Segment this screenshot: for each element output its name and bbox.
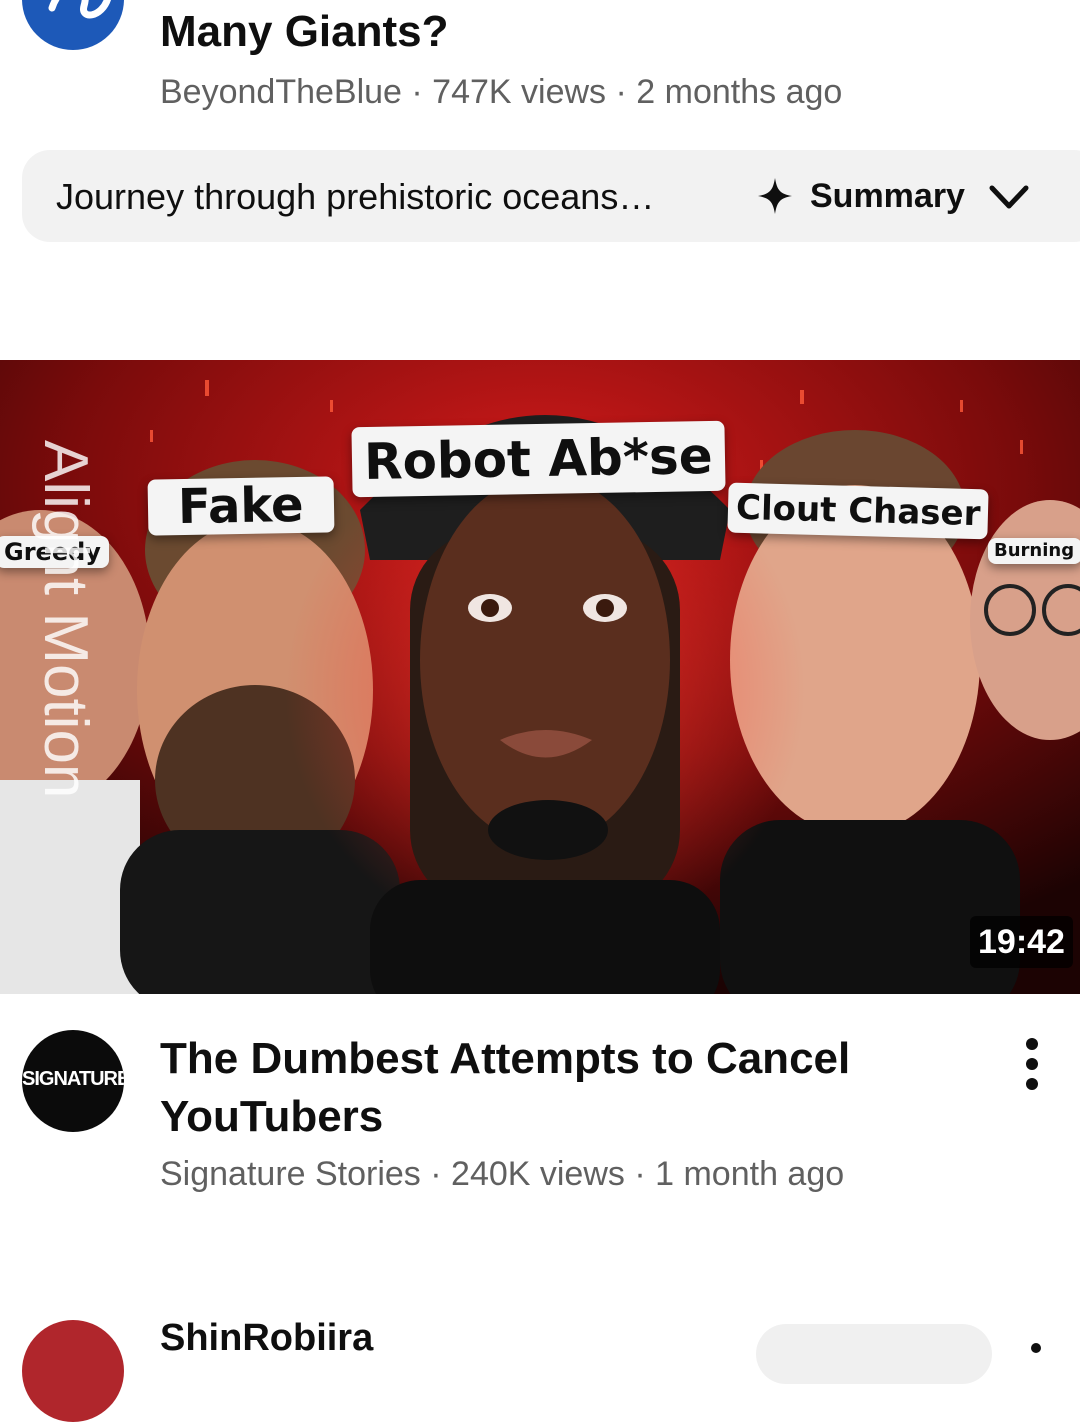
view-count: 747K views (432, 73, 607, 111)
video-duration-badge: 19:42 (970, 916, 1073, 968)
view-count: 240K views (451, 1155, 625, 1193)
upload-age: 1 month ago (655, 1155, 845, 1193)
thumbnail-tag-fake: Fake (147, 476, 335, 536)
channel-name[interactable]: ShinRobiira (160, 1314, 373, 1362)
more-vertical-icon[interactable] (1014, 1038, 1050, 1090)
subscribe-button[interactable] (756, 1324, 992, 1384)
more-vertical-icon[interactable] (1030, 1340, 1042, 1360)
thumbnail-tag-clout-chaser: Clout Chaser (727, 482, 990, 540)
thumbnail-tag-robot: Robot Ab*se (351, 420, 726, 498)
sparkle-icon (756, 176, 794, 216)
video-metadata: Signature Stories · 240K views · 1 month… (160, 1155, 845, 1193)
upload-age: 2 months ago (636, 73, 843, 111)
thumbnail-tag-burning: Burning (988, 538, 1080, 564)
channel-name[interactable]: BeyondTheBlue (160, 73, 402, 111)
chevron-down-icon[interactable] (988, 180, 1030, 214)
channel-avatar-shinrobiira[interactable] (22, 1320, 124, 1422)
video-metadata: BeyondTheBlue · 747K views · 2 months ag… (160, 73, 843, 111)
channel-avatar-signature-stories[interactable]: SIGNATURE (22, 1030, 124, 1132)
video-title[interactable]: The Dumbest Attempts to Cancel YouTubers (160, 1030, 980, 1146)
video-title[interactable]: Many Giants? (160, 4, 449, 60)
channel-logo-icon (48, 0, 111, 19)
summary-text[interactable]: Journey through prehistoric oceans… (56, 174, 654, 220)
video-thumbnail[interactable]: Greedy Fake Robot Ab*se Clout Chaser Bur… (0, 360, 1080, 994)
channel-name[interactable]: Signature Stories (160, 1155, 421, 1193)
channel-avatar-beyondtheblue[interactable] (22, 0, 124, 50)
more-options-icon[interactable] (1018, 0, 1048, 14)
watermark-text: Alight Motion (31, 440, 100, 799)
summary-button[interactable]: Summary (810, 174, 965, 218)
avatar-logo-text: SIGNATURE (22, 1068, 124, 1090)
